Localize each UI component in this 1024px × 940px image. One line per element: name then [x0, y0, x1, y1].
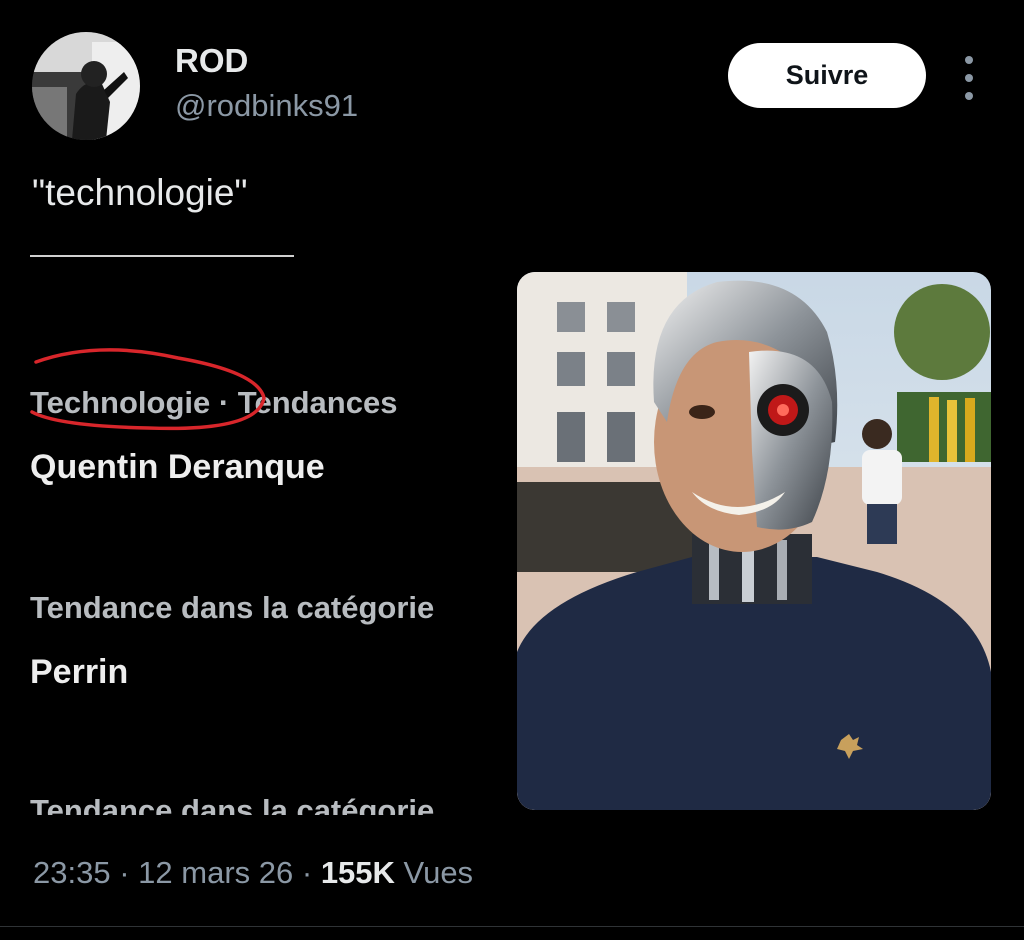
more-dot: [965, 92, 973, 100]
cyborg-photo[interactable]: [517, 272, 991, 810]
cut-off-bottom-text: Tendance dans la catégorie: [30, 793, 435, 815]
divider: [0, 926, 1024, 927]
tweet-metadata: 23:35 · 12 mars 26 · 155K Vues: [33, 855, 473, 891]
trend-meta-2: Tendance dans la catégorie: [30, 590, 435, 625]
views-count: 155K: [320, 855, 395, 890]
meta-separator: ·: [119, 855, 130, 890]
avatar[interactable]: [32, 32, 140, 140]
tweet-date[interactable]: 12 mars 26: [138, 855, 293, 890]
meta-separator: ·: [301, 855, 313, 890]
avatar-image: [32, 32, 140, 140]
cut-off-top-text: ▬▬▬▬▬▬▬▬: [30, 255, 294, 265]
cyborg-photo-image: [517, 272, 991, 810]
follow-button[interactable]: Suivre: [728, 43, 926, 108]
views-label: Vues: [403, 855, 474, 890]
more-dot: [965, 74, 973, 82]
trend-name-1: Quentin Deranque: [30, 448, 325, 486]
more-dot: [965, 56, 973, 64]
tweet-text: "technologie": [32, 172, 248, 213]
author-display-name[interactable]: ROD: [175, 42, 248, 80]
more-vertical-icon[interactable]: [955, 56, 983, 100]
embedded-screenshot[interactable]: ▬▬▬▬▬▬▬▬ Technologie · Tendances Quentin…: [0, 255, 1024, 815]
red-circle-annotation: [30, 348, 266, 431]
trend-name-2: Perrin: [30, 653, 129, 691]
tweet-time[interactable]: 23:35: [33, 855, 111, 890]
author-handle[interactable]: @rodbinks91: [175, 88, 358, 124]
